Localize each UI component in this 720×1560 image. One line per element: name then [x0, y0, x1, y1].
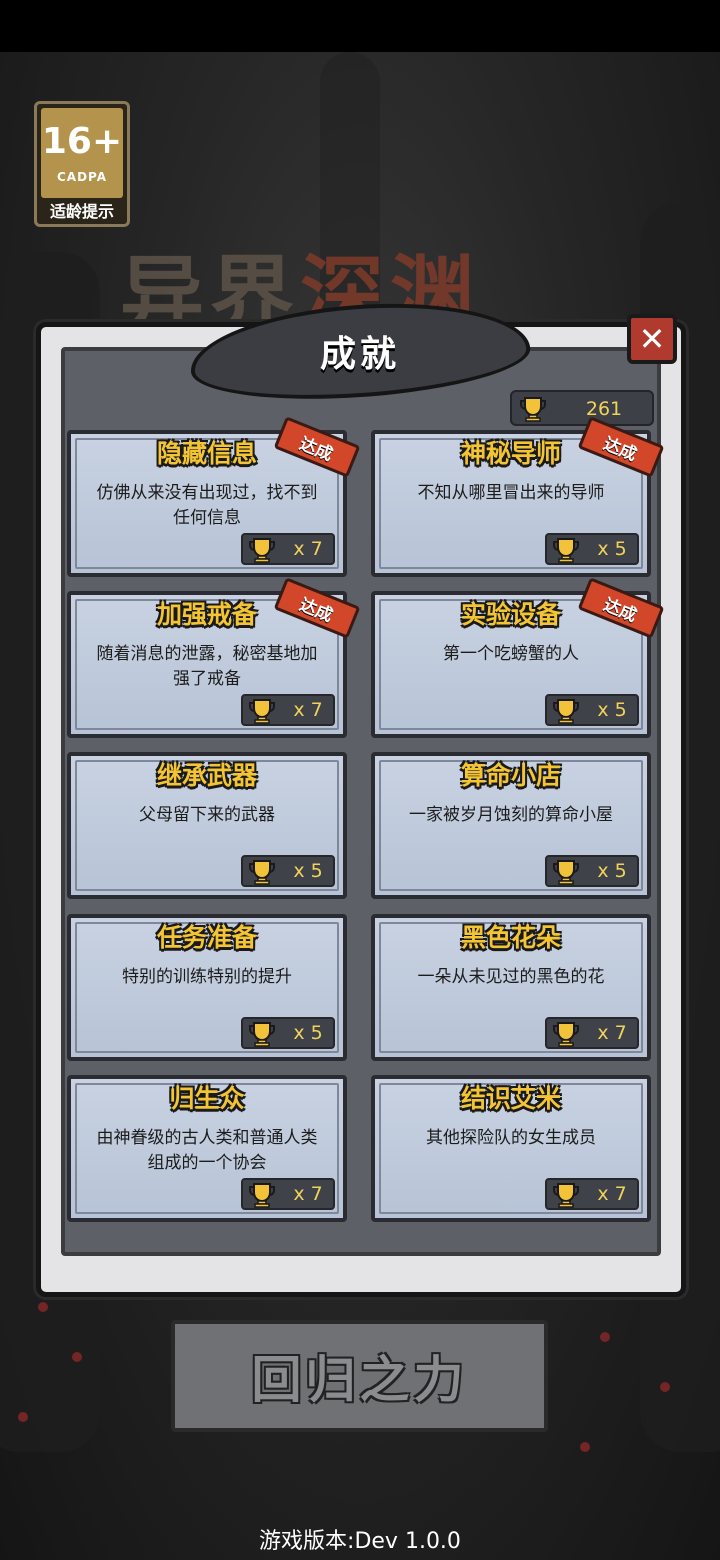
achievement-reward: x 7 [545, 1017, 639, 1049]
achievement-title: 黑色花朵 [460, 923, 561, 952]
game-title-part1: 异界 [120, 246, 301, 328]
achievement-description: 一朵从未见过的黑色的花 [417, 967, 605, 987]
achievement-reward: x 5 [241, 855, 335, 887]
achievement-description: 由神眷级的古人类和普通人类组成的一个协会 [96, 1128, 318, 1173]
achievement-title: 结识艾米 [460, 1084, 561, 1113]
trophy-cup-icon [553, 699, 579, 724]
achievement-reward: x 7 [241, 1178, 335, 1210]
achievement-title: 算命小店 [460, 761, 561, 790]
achievement-card[interactable]: 实验设备 第一个吃螃蟹的人 x 5 达成 [371, 577, 665, 738]
trophy-currency-counter: 261 [510, 390, 654, 426]
achievement-reward: x 7 [241, 694, 335, 726]
reward-count: x 7 [293, 699, 323, 721]
achievement-reward: x 5 [545, 694, 639, 726]
achievement-title: 归生众 [169, 1084, 245, 1113]
trophy-cup-icon [249, 699, 275, 724]
trophy-cup-icon [249, 1022, 275, 1047]
achievement-card[interactable]: 继承武器父母留下来的武器 x 5 [67, 752, 347, 899]
completed-label: 达成 [296, 433, 336, 465]
achievement-reward: x 7 [241, 533, 335, 565]
completed-label: 达成 [296, 594, 336, 626]
close-button[interactable]: ✕ [627, 314, 677, 364]
achievement-description: 其他探险队的女生成员 [426, 1128, 596, 1148]
achievement-card[interactable]: 结识艾米其他探险队的女生成员 x 7 [371, 1075, 651, 1222]
achievement-reward: x 5 [241, 1017, 335, 1049]
version-text: 游戏版本:Dev 1.0.0 [259, 1529, 461, 1554]
achievement-description: 父母留下来的武器 [139, 805, 275, 825]
reward-count: x 7 [293, 1183, 323, 1205]
reward-count: x 5 [597, 699, 627, 721]
age-rating-badge: 16+ CADPA 适龄提示 [34, 101, 130, 227]
trophy-cup-icon [249, 538, 275, 563]
age-rating-org: CADPA [56, 170, 108, 184]
trophy-cup-icon [553, 1183, 579, 1208]
achievement-card[interactable]: 归生众由神眷级的古人类和普通人类组成的一个协会 x 7 [67, 1075, 347, 1222]
completed-label: 达成 [600, 594, 640, 626]
achievement-reward: x 5 [545, 855, 639, 887]
achievement-description: 不知从哪里冒出来的导师 [417, 483, 605, 503]
trophy-cup-icon [249, 1183, 275, 1208]
achievement-description: 第一个吃螃蟹的人 [443, 644, 579, 664]
recall-power-button[interactable]: 回归之力 [171, 1320, 548, 1432]
achievement-description: 特别的训练特别的提升 [122, 967, 292, 987]
achievement-card[interactable]: 黑色花朵一朵从未见过的黑色的花 x 7 [371, 914, 651, 1061]
age-rating-tip: 适龄提示 [49, 202, 114, 221]
reward-count: x 5 [597, 538, 627, 560]
reward-count: x 5 [597, 860, 627, 882]
panel-title: 成就 [319, 334, 401, 376]
achievement-card[interactable]: 神秘导师 不知从哪里冒出来的导师 x 5 达成 [371, 416, 665, 577]
reward-count: x 7 [597, 1022, 627, 1044]
achievement-card[interactable]: 隐藏信息 仿佛从来没有出现过，找不到任何信息 x 7 达成 [67, 416, 361, 577]
trophy-cup-icon [249, 860, 275, 885]
achievement-card[interactable]: 任务准备特别的训练特别的提升 x 5 [67, 914, 347, 1061]
trophy-cup-icon [553, 860, 579, 885]
achievement-card[interactable]: 加强戒备 随着消息的泄露，秘密基地加强了戒备 x 7 达成 [67, 577, 361, 738]
completed-label: 达成 [600, 433, 640, 465]
status-bar [0, 0, 720, 52]
reward-count: x 7 [293, 538, 323, 560]
achievement-reward: x 5 [545, 533, 639, 565]
reward-count: x 5 [293, 860, 323, 882]
close-icon: ✕ [638, 320, 666, 358]
achievement-reward: x 7 [545, 1178, 639, 1210]
achievement-description: 仿佛从来没有出现过，找不到任何信息 [96, 483, 318, 528]
achievement-title: 任务准备 [156, 923, 257, 952]
trophy-cup-icon [553, 538, 579, 563]
achievement-title: 继承武器 [156, 761, 257, 790]
achievement-card[interactable]: 算命小店一家被岁月蚀刻的算命小屋 x 5 [371, 752, 651, 899]
age-rating-number: 16+ [41, 121, 123, 162]
reward-count: x 5 [293, 1022, 323, 1044]
recall-power-label: 回归之力 [251, 1351, 468, 1409]
achievement-description: 随着消息的泄露，秘密基地加强了戒备 [96, 644, 318, 689]
trophy-cup-icon [553, 1022, 579, 1047]
achievement-description: 一家被岁月蚀刻的算命小屋 [409, 805, 613, 825]
reward-count: x 7 [597, 1183, 627, 1205]
trophy-cup-icon [520, 397, 546, 422]
